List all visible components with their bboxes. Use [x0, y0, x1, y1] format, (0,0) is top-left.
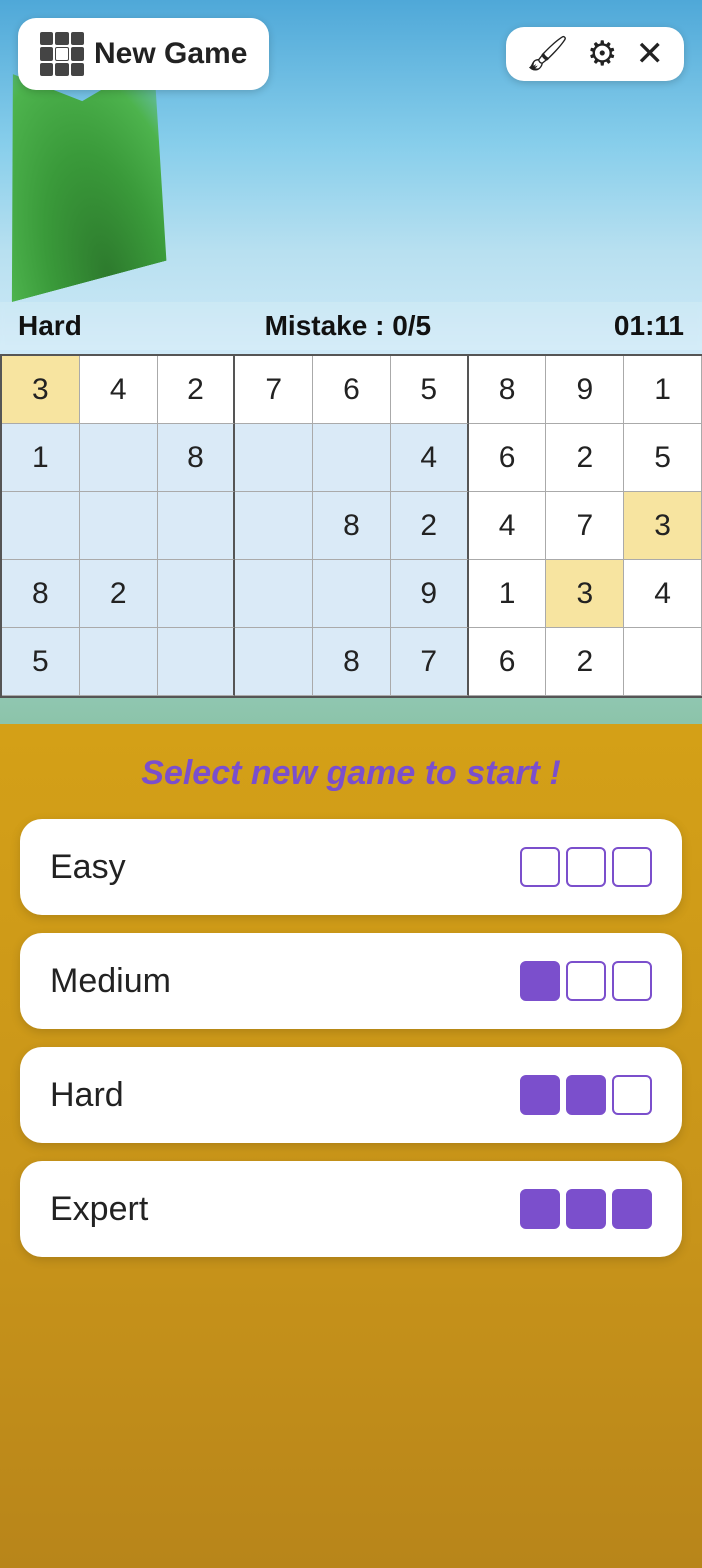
- cell-3-4[interactable]: [313, 560, 391, 628]
- cell-0-0[interactable]: 3: [2, 356, 80, 424]
- paint-button[interactable]: 🖌: [520, 37, 575, 71]
- hard-label: Hard: [50, 1076, 124, 1115]
- settings-button[interactable]: ⚙: [581, 37, 623, 71]
- cell-2-8[interactable]: 3: [624, 492, 702, 560]
- cell-1-2[interactable]: 8: [158, 424, 236, 492]
- cell-4-0[interactable]: 5: [2, 628, 80, 696]
- hard-dots: [520, 1075, 652, 1115]
- timer: 01:11: [614, 310, 684, 342]
- cell-0-3[interactable]: 7: [235, 356, 313, 424]
- close-button[interactable]: ✕: [630, 37, 671, 71]
- easy-dot-1: [520, 847, 560, 887]
- cell-0-5[interactable]: 5: [391, 356, 469, 424]
- cell-4-5[interactable]: 7: [391, 628, 469, 696]
- sudoku-grid-section: 3 4 2 7 6 5 8 9 1 1 8 4 6 2 5 8 2 4 7 3 …: [0, 354, 702, 698]
- hard-dot-2: [566, 1075, 606, 1115]
- cell-4-3[interactable]: [235, 628, 313, 696]
- difficulty-overlay: Select new game to start ! Easy Medium H…: [0, 724, 702, 1568]
- cell-3-1[interactable]: 2: [80, 560, 158, 628]
- easy-dot-3: [612, 847, 652, 887]
- medium-button[interactable]: Medium: [20, 933, 682, 1029]
- cell-2-7[interactable]: 7: [546, 492, 624, 560]
- cell-3-6[interactable]: 1: [469, 560, 547, 628]
- cell-1-0[interactable]: 1: [2, 424, 80, 492]
- expert-dots: [520, 1189, 652, 1229]
- cell-0-7[interactable]: 9: [546, 356, 624, 424]
- cell-0-8[interactable]: 1: [624, 356, 702, 424]
- cell-4-1[interactable]: [80, 628, 158, 696]
- cell-0-1[interactable]: 4: [80, 356, 158, 424]
- easy-dot-2: [566, 847, 606, 887]
- cell-0-2[interactable]: 2: [158, 356, 236, 424]
- cell-1-7[interactable]: 2: [546, 424, 624, 492]
- cell-2-0[interactable]: [2, 492, 80, 560]
- medium-label: Medium: [50, 962, 171, 1001]
- easy-label: Easy: [50, 848, 126, 887]
- cell-2-3[interactable]: [235, 492, 313, 560]
- expert-button[interactable]: Expert: [20, 1161, 682, 1257]
- cell-1-4[interactable]: [313, 424, 391, 492]
- cell-3-5[interactable]: 9: [391, 560, 469, 628]
- cell-0-4[interactable]: 6: [313, 356, 391, 424]
- cell-4-8[interactable]: [624, 628, 702, 696]
- cell-2-1[interactable]: [80, 492, 158, 560]
- cell-4-6[interactable]: 6: [469, 628, 547, 696]
- medium-dots: [520, 961, 652, 1001]
- easy-dots: [520, 847, 652, 887]
- cell-1-6[interactable]: 6: [469, 424, 547, 492]
- expert-dot-2: [566, 1189, 606, 1229]
- cell-2-5[interactable]: 2: [391, 492, 469, 560]
- cell-0-6[interactable]: 8: [469, 356, 547, 424]
- easy-button[interactable]: Easy: [20, 819, 682, 915]
- cell-1-8[interactable]: 5: [624, 424, 702, 492]
- cell-2-6[interactable]: 4: [469, 492, 547, 560]
- sudoku-grid: 3 4 2 7 6 5 8 9 1 1 8 4 6 2 5 8 2 4 7 3 …: [0, 356, 702, 696]
- cell-4-4[interactable]: 8: [313, 628, 391, 696]
- expert-dot-1: [520, 1189, 560, 1229]
- cell-4-7[interactable]: 2: [546, 628, 624, 696]
- medium-dot-1: [520, 961, 560, 1001]
- grid-icon: [40, 32, 84, 76]
- cell-1-1[interactable]: [80, 424, 158, 492]
- cell-4-2[interactable]: [158, 628, 236, 696]
- cell-3-2[interactable]: [158, 560, 236, 628]
- select-prompt: Select new game to start !: [141, 754, 560, 793]
- top-bar: New Game 🖌 ⚙ ✕: [0, 18, 702, 90]
- cell-3-7[interactable]: 3: [546, 560, 624, 628]
- hard-dot-1: [520, 1075, 560, 1115]
- cell-3-8[interactable]: 4: [624, 560, 702, 628]
- medium-dot-2: [566, 961, 606, 1001]
- medium-dot-3: [612, 961, 652, 1001]
- cell-1-5[interactable]: 4: [391, 424, 469, 492]
- new-game-button[interactable]: New Game: [18, 18, 269, 90]
- cell-2-4[interactable]: 8: [313, 492, 391, 560]
- toolbar-buttons: 🖌 ⚙ ✕: [506, 27, 684, 81]
- cell-2-2[interactable]: [158, 492, 236, 560]
- expert-dot-3: [612, 1189, 652, 1229]
- cell-3-0[interactable]: 8: [2, 560, 80, 628]
- status-bar: Hard Mistake : 0/5 01:11: [0, 302, 702, 350]
- hard-button[interactable]: Hard: [20, 1047, 682, 1143]
- mistake-counter: Mistake : 0/5: [265, 310, 432, 342]
- new-game-label: New Game: [94, 37, 247, 71]
- hard-dot-3: [612, 1075, 652, 1115]
- expert-label: Expert: [50, 1190, 148, 1229]
- difficulty-label: Hard: [18, 310, 82, 342]
- cell-1-3[interactable]: [235, 424, 313, 492]
- cell-3-3[interactable]: [235, 560, 313, 628]
